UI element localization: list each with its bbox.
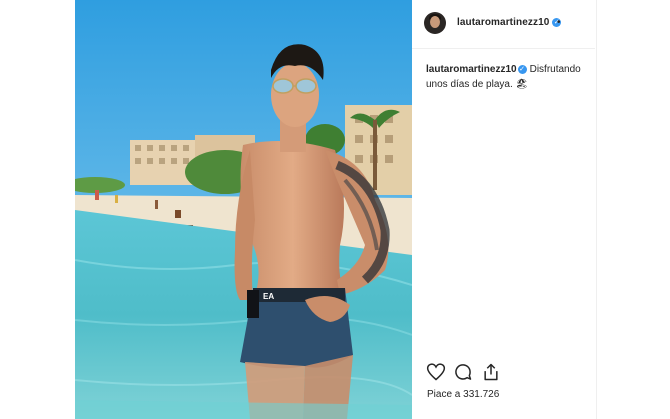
post-header: lautaromartinezz10 ✓ • [412,0,595,49]
share-icon[interactable] [481,362,501,382]
header-separator: • [557,17,561,28]
heart-icon[interactable] [426,362,446,382]
post-actions [426,362,586,382]
caption-verified-badge-icon: ✓ [517,64,527,74]
post-side-panel: lautaromartinezz10 ✓ • lautaromartinezz10… [412,0,595,419]
avatar-face [430,16,440,28]
beach-photo-illustration: EA [75,0,412,419]
svg-text:EA: EA [263,292,274,301]
header-username-text[interactable]: lautaromartinezz10 [457,17,549,28]
post-caption: lautaromartinezz10 ✓ Disfrutando unos días… [426,62,586,92]
caption-username[interactable]: lautaromartinezz10 [426,64,517,75]
likes-count[interactable]: Piace a 331.726 [427,389,499,400]
post-photo[interactable]: EA [75,0,412,419]
comment-icon[interactable] [453,362,473,382]
header-username[interactable]: lautaromartinezz10 ✓ [457,17,562,28]
avatar[interactable] [424,12,446,34]
